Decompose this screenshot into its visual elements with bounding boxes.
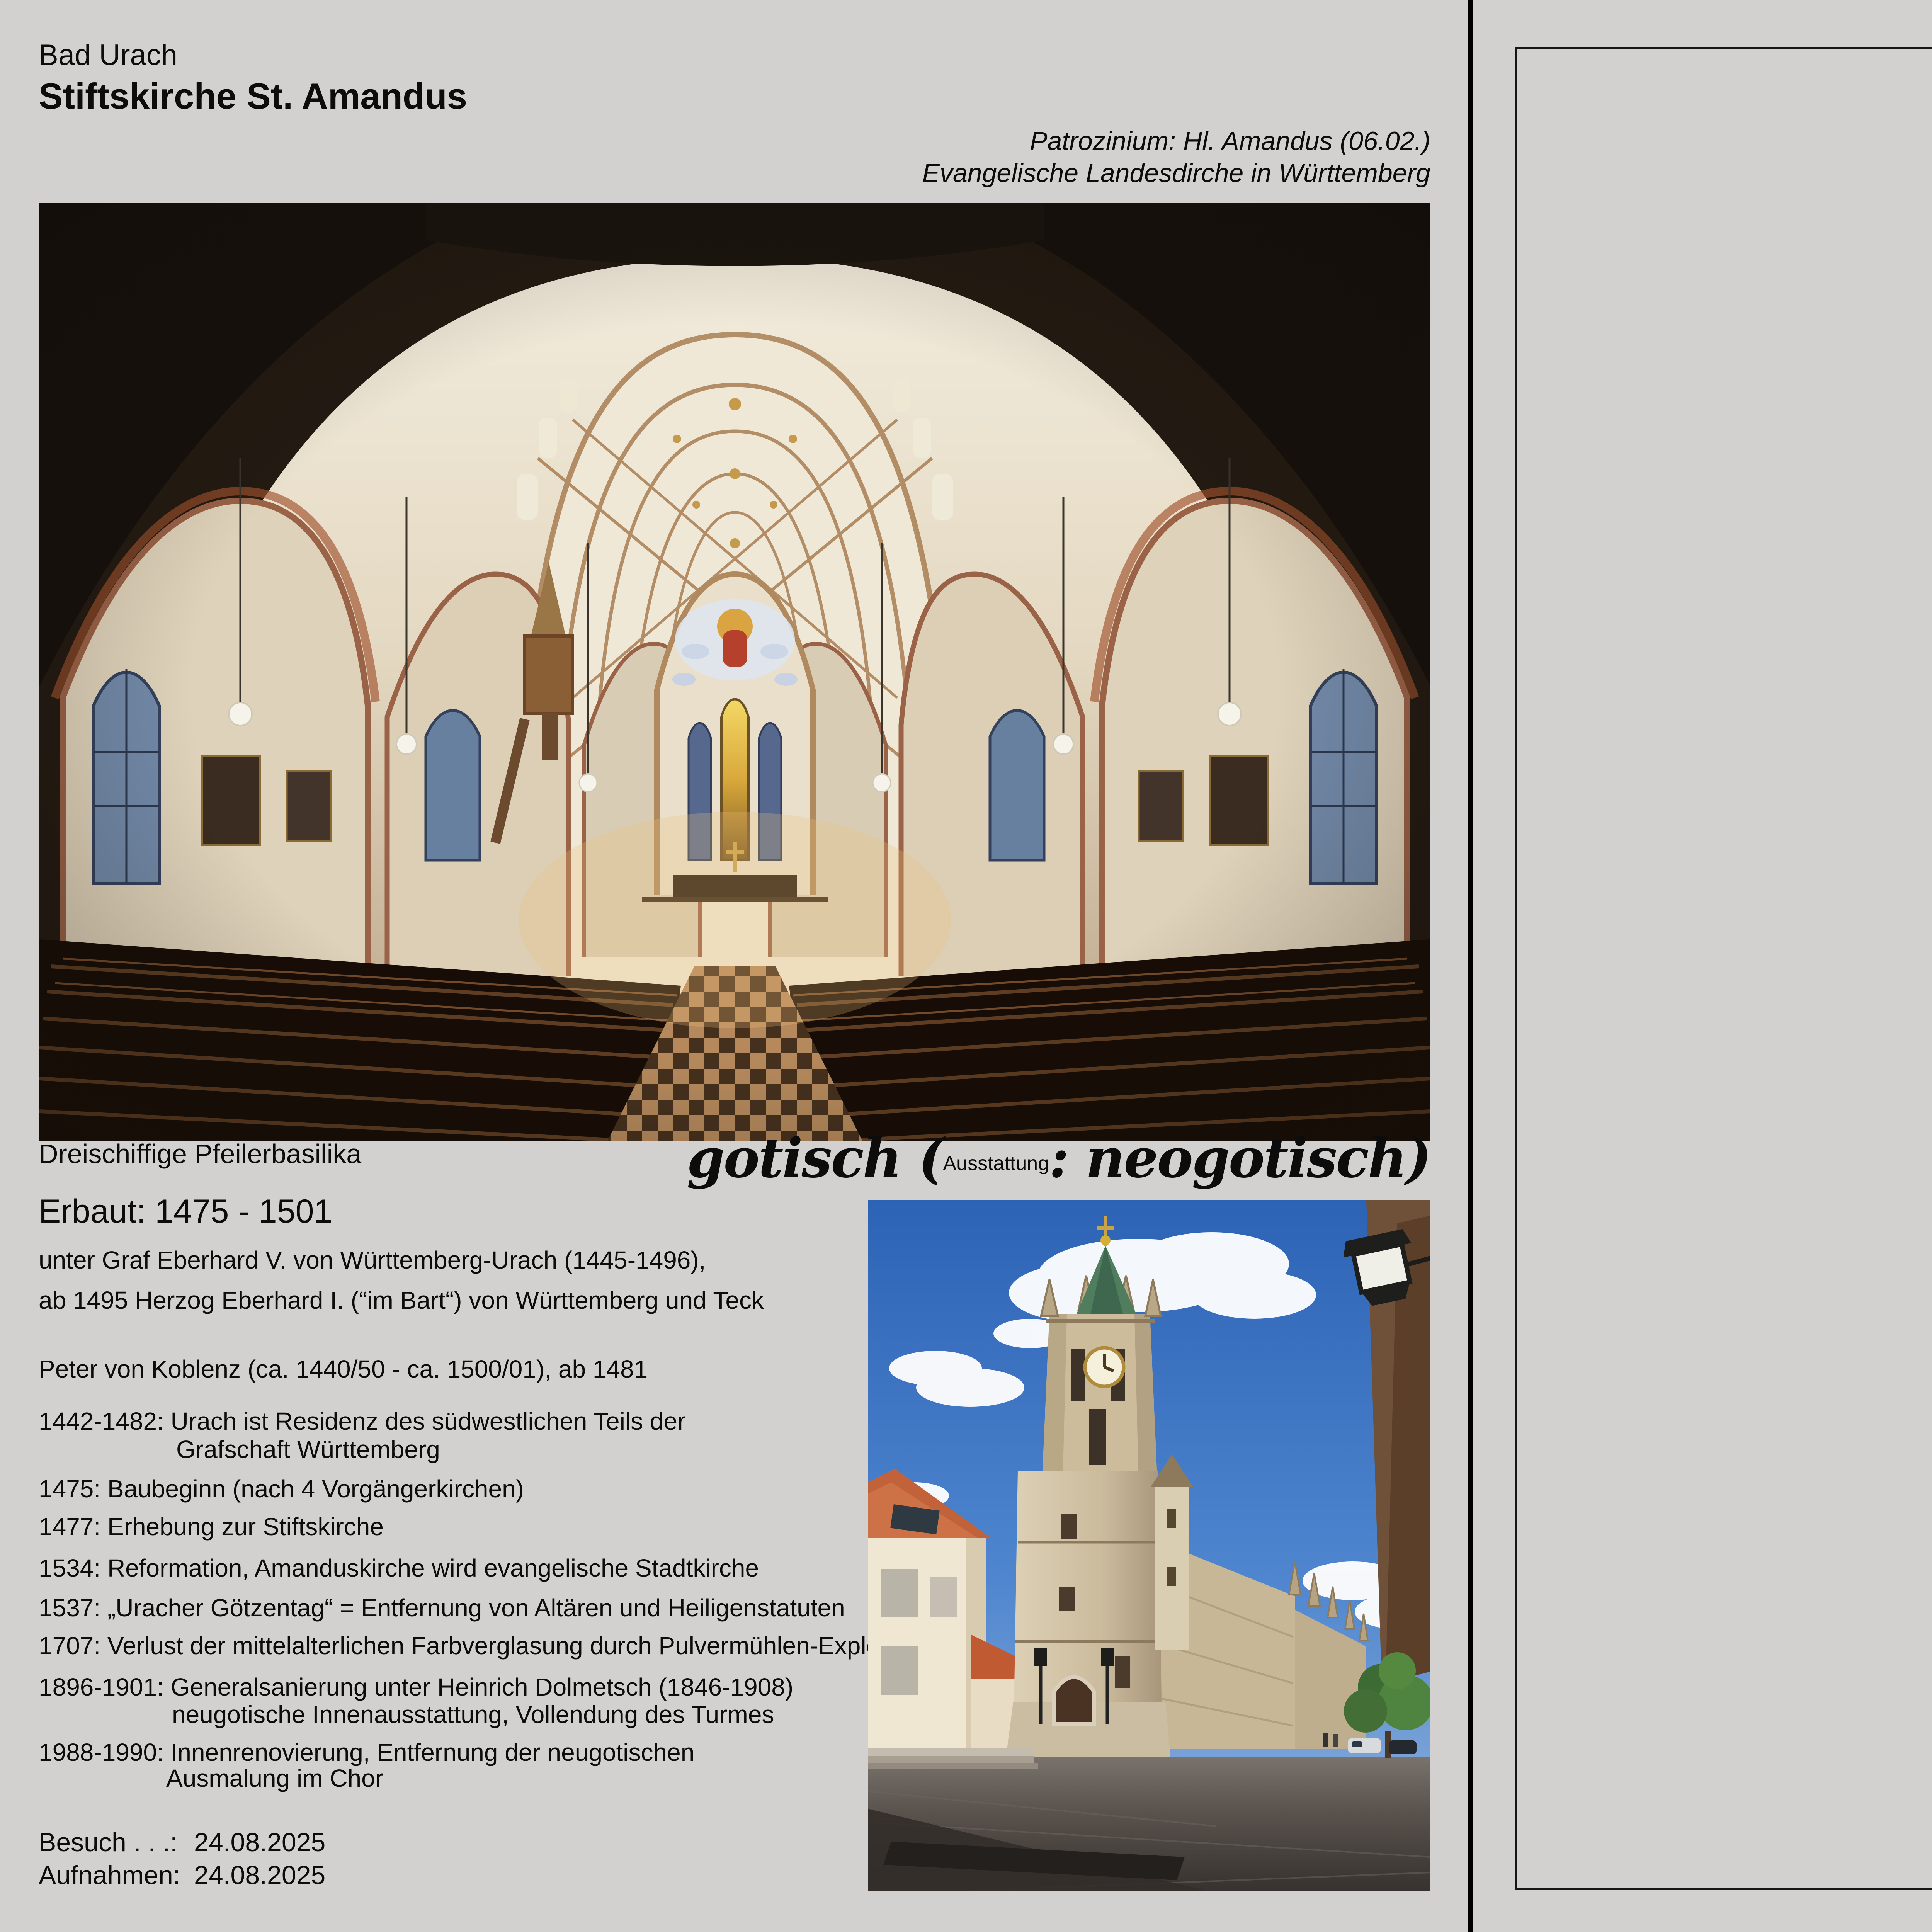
aufnahmen-date: 24.08.2025: [194, 1862, 325, 1889]
timeline-entry: 1988-1990: Innenrenovierung, Entfernung …: [39, 1740, 694, 1765]
interior-caption: Dreischiffige Pfeilerbasilika: [39, 1140, 361, 1168]
page-divider: [1468, 0, 1473, 1932]
patron-line-2: ab 1495 Herzog Eberhard I. (“im Bart“) v…: [39, 1287, 764, 1313]
besuch-label: Besuch . . .:: [39, 1829, 177, 1856]
patron-line-1: unter Graf Eberhard V. von Württemberg-U…: [39, 1247, 706, 1273]
architect-line: Peter von Koblenz (ca. 1440/50 - ca. 150…: [39, 1356, 648, 1382]
besuch-date: 24.08.2025: [194, 1829, 325, 1856]
timeline-entry: 1534: Reformation, Amanduskirche wird ev…: [39, 1555, 759, 1581]
timeline-entry: 1537: „Uracher Götzentag“ = Entfernung v…: [39, 1595, 845, 1621]
style-script-close: : neogotisch): [1049, 1127, 1430, 1190]
interior-photo: [39, 203, 1430, 1141]
patrozinium-line: Patrozinium: Hl. Amandus (06.02.): [1030, 128, 1430, 155]
style-script-open: gotisch (: [687, 1127, 943, 1190]
timeline-entry-cont: Ausmalung im Chor: [166, 1765, 383, 1791]
timeline-entry-cont: Grafschaft Württemberg: [176, 1437, 440, 1463]
style-line: gotisch (Ausstattung: neogotisch): [687, 1130, 1430, 1187]
album-page: Bad Urach Stiftskirche St. Amandus Patro…: [0, 0, 1932, 1932]
aufnahmen-label: Aufnahmen:: [39, 1862, 180, 1889]
erbaut-line: Erbaut: 1475 - 1501: [39, 1194, 332, 1229]
style-plain: Ausstattung: [943, 1152, 1049, 1175]
timeline-entry: 1477: Erhebung zur Stiftskirche: [39, 1514, 384, 1540]
timeline-entry: 1475: Baubeginn (nach 4 Vorgängerkirchen…: [39, 1476, 524, 1502]
page-title: Stiftskirche St. Amandus: [39, 77, 467, 116]
timeline-entry: 1442-1482: Urach ist Residenz des südwes…: [39, 1408, 685, 1434]
timeline-entry: 1707: Verlust der mittelalterlichen Farb…: [39, 1633, 925, 1659]
work-in-progress-panel: [1515, 47, 1932, 1890]
city-label: Bad Urach: [39, 40, 177, 71]
landeskirche-line: Evangelische Landesdirche in Württemberg: [922, 160, 1430, 187]
tower-photo: [868, 1200, 1430, 1891]
timeline-entry: 1896-1901: Generalsanierung unter Heinri…: [39, 1674, 793, 1700]
timeline-entry-cont: neugotische Innenausstattung, Vollendung…: [172, 1702, 774, 1728]
